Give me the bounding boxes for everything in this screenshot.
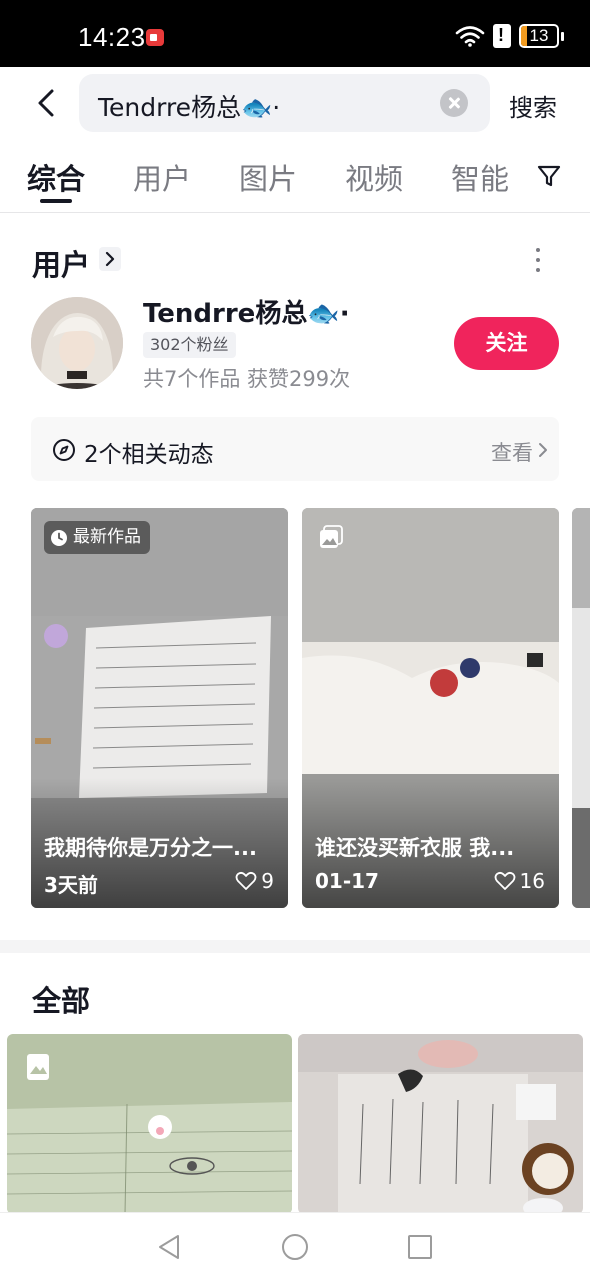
heart-icon [235, 871, 257, 890]
compass-icon [53, 439, 75, 461]
tab-images[interactable]: 图片 [239, 156, 297, 198]
users-section-title: 用户 [32, 248, 91, 282]
work-card[interactable]: 最新作品 我期待你是万分之一... 3天前 9 [31, 508, 288, 908]
more-options-icon[interactable] [530, 246, 546, 274]
status-bar: 14:23 13 [0, 0, 590, 67]
nav-back-icon[interactable] [156, 1233, 182, 1261]
user-stats: 共7个作品 获赞299次 [143, 367, 351, 391]
tab-ai[interactable]: 智能 [451, 156, 509, 198]
image-icon [320, 525, 343, 548]
grid-thumbnail [298, 1034, 583, 1214]
avatar[interactable] [31, 297, 123, 389]
chevron-right-icon [539, 443, 547, 457]
latest-badge-label: 最新作品 [73, 527, 141, 547]
search-header: Tendrre杨总🐟· 搜索 [0, 67, 590, 139]
tab-users[interactable]: 用户 [133, 156, 191, 198]
clock-icon [51, 529, 67, 546]
work-title: 谁还没买新衣服 我... [315, 836, 515, 860]
work-date: 3天前 [44, 873, 98, 897]
clear-icon[interactable] [440, 89, 468, 117]
nav-home-icon[interactable] [282, 1234, 308, 1260]
latest-badge: 最新作品 [44, 521, 150, 554]
follow-button[interactable]: 关注 [454, 317, 559, 370]
user-name[interactable]: Tendrre杨总🐟· [143, 293, 350, 330]
screen-record-icon [146, 29, 164, 46]
related-posts-text: 2个相关动态 [84, 442, 214, 468]
work-title: 我期待你是万分之一... [44, 836, 257, 860]
grid-thumbnail [7, 1034, 292, 1214]
system-nav-bar [0, 1212, 590, 1280]
battery-tip [561, 31, 564, 41]
battery-level: 13 [529, 26, 549, 45]
tab-general[interactable]: 综合 [27, 156, 85, 198]
nav-recent-apps-icon[interactable] [408, 1235, 432, 1259]
view-more-link[interactable]: 查看 [491, 437, 533, 467]
related-posts-row[interactable]: 2个相关动态 查看 [31, 417, 559, 481]
status-time: 14:23 [78, 22, 146, 52]
wifi-icon [455, 26, 485, 47]
status-icons: 13 [455, 24, 564, 48]
like-count: 9 [235, 869, 274, 893]
like-count-value: 16 [519, 869, 545, 893]
like-count-value: 9 [261, 869, 274, 893]
alert-icon [493, 24, 511, 48]
search-input[interactable]: Tendrre杨总🐟· [79, 74, 490, 132]
work-thumbnail [572, 508, 590, 908]
heart-icon [494, 871, 515, 890]
fans-count-badge: 302个粉丝 [143, 332, 236, 358]
grid-item[interactable] [7, 1034, 292, 1214]
back-arrow-icon[interactable] [28, 83, 68, 123]
work-card[interactable] [572, 508, 590, 908]
grid-item[interactable] [298, 1034, 583, 1214]
search-query: Tendrre杨总🐟· [98, 93, 281, 122]
battery-icon: 13 [519, 24, 559, 48]
tab-videos[interactable]: 视频 [345, 156, 403, 198]
search-button[interactable]: 搜索 [509, 88, 557, 123]
filter-tabs: 综合 用户 图片 视频 智能 [0, 139, 590, 213]
all-section-title: 全部 [32, 984, 91, 1018]
like-count: 16 [494, 869, 545, 893]
filter-icon[interactable] [536, 163, 562, 189]
work-card[interactable]: 谁还没买新衣服 我... 01-17 16 [302, 508, 559, 908]
chevron-right-icon[interactable] [99, 247, 121, 271]
work-date: 01-17 [315, 869, 379, 893]
tab-active-indicator [40, 199, 72, 203]
section-divider [0, 940, 590, 953]
